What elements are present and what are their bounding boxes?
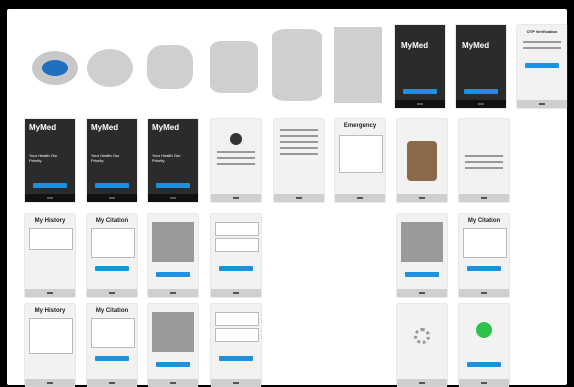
next-button[interactable] xyxy=(219,356,253,361)
image-placeholder xyxy=(152,312,194,352)
image-placeholder xyxy=(152,222,194,262)
terms-screen[interactable] xyxy=(274,119,324,202)
history-title: My History xyxy=(34,308,66,314)
citation-screen-3[interactable]: My Citation xyxy=(87,304,137,387)
emergency-button[interactable] xyxy=(33,183,67,188)
image-placeholder xyxy=(401,222,443,262)
emergency-button[interactable] xyxy=(95,183,129,188)
profile-screen[interactable] xyxy=(211,119,261,202)
form-screen-2[interactable] xyxy=(211,304,261,387)
login-screen-2[interactable]: MyMed xyxy=(456,25,506,108)
splash-logo-oval xyxy=(32,51,78,85)
otp-screen[interactable]: OTP Verification xyxy=(517,25,567,108)
splash-shape-rectangle xyxy=(334,27,382,103)
headline: Your Health Our Priority xyxy=(91,153,120,163)
brand-logo: MyMed xyxy=(401,41,429,50)
loading-screen[interactable] xyxy=(397,304,447,387)
app-logo-icon xyxy=(42,60,68,76)
submit-button[interactable] xyxy=(95,266,129,271)
history-screen-1[interactable]: My History xyxy=(25,214,75,297)
splash-shape-barrel xyxy=(147,45,193,89)
headline: Your Health Our Priority xyxy=(152,153,181,163)
continue-button[interactable] xyxy=(156,362,190,367)
citation-screen-2[interactable]: My Citation xyxy=(459,214,509,297)
history-title: My History xyxy=(34,218,66,224)
image-screen-1[interactable] xyxy=(148,214,198,297)
info-screen[interactable] xyxy=(459,119,509,202)
home-screen-2[interactable]: MyMed Your Health Our Priority xyxy=(87,119,137,202)
brand-logo: MyMed xyxy=(29,123,57,132)
form-screen-1[interactable] xyxy=(211,214,261,297)
success-check-icon xyxy=(476,322,492,338)
verify-button[interactable] xyxy=(525,63,559,68)
avatar xyxy=(230,133,242,145)
login-button[interactable] xyxy=(464,89,498,94)
login-button[interactable] xyxy=(403,89,437,94)
brand-logo: MyMed xyxy=(91,123,119,132)
brand-logo: MyMed xyxy=(462,41,490,50)
continue-button[interactable] xyxy=(405,272,439,277)
home-screen-3[interactable]: MyMed Your Health Our Priority xyxy=(148,119,198,202)
otp-title: OTP Verification xyxy=(526,29,558,34)
splash-shape-tall-cylinder xyxy=(272,29,322,101)
headline: Your Health Our Priority xyxy=(29,153,58,163)
splash-shape-ellipse xyxy=(87,49,133,87)
submit-button[interactable] xyxy=(95,356,129,361)
loading-spinner-icon xyxy=(414,328,430,344)
next-button[interactable] xyxy=(219,266,253,271)
brand-logo: MyMed xyxy=(152,123,180,132)
done-button[interactable] xyxy=(467,362,501,367)
submit-button[interactable] xyxy=(467,266,501,271)
image-screen-2[interactable] xyxy=(397,214,447,297)
citation-screen-1[interactable]: My Citation xyxy=(87,214,137,297)
emergency-title: Emergency xyxy=(343,123,377,129)
image-screen-3[interactable] xyxy=(148,304,198,387)
screen-flow-canvas: MyMed MyMed OTP Verification MyMed Your … xyxy=(0,0,574,387)
splash-shape-cylinder xyxy=(210,41,258,93)
person-illustration-icon xyxy=(407,141,437,181)
success-screen[interactable] xyxy=(459,304,509,387)
citation-title: My Citation xyxy=(467,218,501,224)
storyboard: MyMed MyMed OTP Verification MyMed Your … xyxy=(7,9,567,387)
emergency-screen[interactable]: Emergency xyxy=(335,119,385,202)
illustration-screen[interactable] xyxy=(397,119,447,202)
history-screen-2[interactable]: My History xyxy=(25,304,75,387)
citation-title: My Citation xyxy=(95,218,129,224)
login-screen-1[interactable]: MyMed xyxy=(395,25,445,108)
home-screen-1[interactable]: MyMed Your Health Our Priority xyxy=(25,119,75,202)
emergency-button[interactable] xyxy=(156,183,190,188)
continue-button[interactable] xyxy=(156,272,190,277)
citation-title: My Citation xyxy=(95,308,129,314)
